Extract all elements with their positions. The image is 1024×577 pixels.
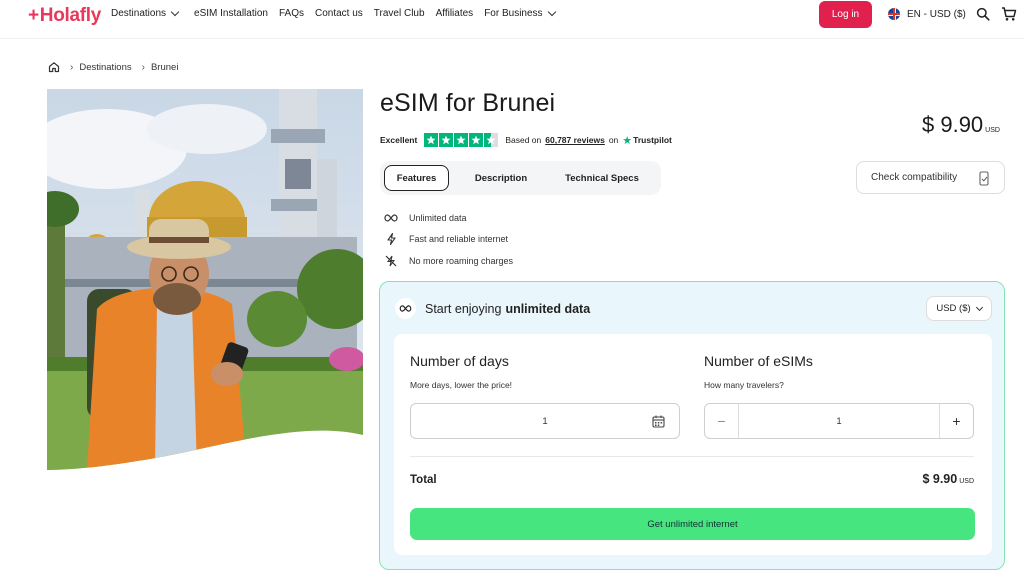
breadcrumb: › Destinations › Brunei <box>48 61 178 73</box>
feature-item: No more roaming charges <box>384 250 513 272</box>
plan-headline-prefix: Start enjoying <box>425 301 502 316</box>
chevron-down-icon <box>170 7 180 17</box>
star-icon <box>439 133 454 147</box>
half-star-icon <box>484 133 499 147</box>
top-navigation: + Holafly Destinations eSIM Installation… <box>0 0 1024 32</box>
feature-list: Unlimited data Fast and reliable interne… <box>384 207 513 272</box>
total-label: Total <box>410 474 437 486</box>
breadcrumb-separator: › <box>70 61 74 73</box>
days-label: Number of days <box>410 353 509 369</box>
check-compatibility-button[interactable]: Check compatibility <box>856 161 1005 194</box>
star-icon <box>469 133 484 147</box>
nav-faqs-label: FAQs <box>278 8 304 19</box>
plan-selector-card: Start enjoying unlimited data USD ($) Nu… <box>379 281 1005 570</box>
plan-headline-bold: unlimited data <box>505 301 591 316</box>
plan-form: Number of days More days, lower the pric… <box>394 334 992 555</box>
tab-features[interactable]: Features <box>384 165 449 191</box>
increment-button[interactable]: + <box>939 404 973 438</box>
logo-plus-icon: + <box>28 5 39 26</box>
chevron-down-icon <box>975 303 983 311</box>
total-currency: USD <box>959 478 974 485</box>
esims-stepper: − 1 + <box>704 403 974 439</box>
phone-check-icon <box>979 171 989 186</box>
tab-description[interactable]: Description <box>449 165 553 191</box>
trustpilot-logo[interactable]: ★ Trustpilot <box>622 134 672 147</box>
infinity-icon <box>384 214 398 222</box>
logo-text: Holafly <box>39 5 102 26</box>
breadcrumb-separator: › <box>141 61 145 73</box>
nav-for-business-label: For Business <box>484 8 543 19</box>
feature-item: Fast and reliable internet <box>384 229 513 251</box>
nav-destinations-label: Destinations <box>111 8 167 19</box>
reviews-prefix: Based on <box>505 135 542 145</box>
lightning-icon <box>384 233 398 246</box>
reviews-on: on <box>608 135 619 145</box>
breadcrumb-destinations[interactable]: Destinations <box>79 62 131 73</box>
nav-affiliates-label: Affiliates <box>435 8 474 19</box>
search-icon[interactable] <box>976 7 990 21</box>
nav-affiliates[interactable]: Affiliates <box>436 8 474 19</box>
product-title: eSIM for Brunei <box>380 89 556 117</box>
feature-label: Unlimited data <box>409 212 467 223</box>
breadcrumb-brunei: Brunei <box>150 61 179 73</box>
nav-for-business[interactable]: For Business <box>484 7 556 19</box>
chevron-down-icon <box>547 7 556 17</box>
star-icon <box>454 133 469 147</box>
product-tabs: Features Description Technical Specs <box>380 161 661 195</box>
price-value: $ 9.90 <box>922 112 984 137</box>
nav-contact-us-label: Contact us <box>314 8 363 19</box>
cart-icon[interactable] <box>1001 6 1017 22</box>
decrement-button[interactable]: − <box>705 404 739 438</box>
days-value: 1 <box>542 415 548 427</box>
nav-travel-club-label: Travel Club <box>373 8 425 19</box>
tab-technical-specs[interactable]: Technical Specs <box>553 165 651 191</box>
esims-value: 1 <box>836 415 842 427</box>
hero-illustration <box>47 89 363 470</box>
plan-headline: Start enjoying unlimited data <box>395 298 590 319</box>
nav-contact-us[interactable]: Contact us <box>315 8 363 19</box>
days-input[interactable]: 1 <box>410 403 680 439</box>
nav-destinations[interactable]: Destinations <box>111 7 180 19</box>
trustpilot-star-icon: ★ <box>622 134 633 147</box>
nav-links: Destinations eSIM Installation FAQs Cont… <box>111 7 566 19</box>
reviews-link[interactable]: 60,787 reviews <box>545 135 605 145</box>
get-unlimited-internet-button[interactable]: Get unlimited internet <box>410 508 975 540</box>
star-icon <box>424 133 439 147</box>
login-button[interactable]: Log in <box>819 1 872 28</box>
infinity-icon <box>395 298 416 319</box>
hero-image <box>47 89 363 470</box>
nav-esim-installation[interactable]: eSIM Installation <box>194 8 268 19</box>
home-icon[interactable] <box>48 61 60 73</box>
esims-label: Number of eSIMs <box>704 353 813 369</box>
feature-label: Fast and reliable internet <box>409 234 509 245</box>
currency-select-label: USD ($) <box>936 303 971 314</box>
header-divider <box>0 38 1024 39</box>
no-roaming-icon <box>384 255 398 267</box>
feature-item: Unlimited data <box>384 207 513 229</box>
esims-sublabel: How many travelers? <box>704 380 784 390</box>
nav-faqs[interactable]: FAQs <box>279 8 304 19</box>
check-compatibility-label: Check compatibility <box>871 172 958 183</box>
language-currency-selector[interactable]: EN - USD ($) <box>888 8 966 20</box>
feature-label: No more roaming charges <box>409 255 514 266</box>
rating-stars <box>424 133 499 147</box>
total-value: $ 9.90 <box>922 472 958 486</box>
uk-flag-icon <box>888 8 900 20</box>
rating-label: Excellent <box>380 135 418 145</box>
currency-select[interactable]: USD ($) <box>926 296 992 321</box>
nav-travel-club[interactable]: Travel Club <box>374 8 425 19</box>
total-price: $ 9.90 USD <box>922 472 974 486</box>
language-label: EN - USD ($) <box>907 8 966 20</box>
days-sublabel: More days, lower the price! <box>410 380 513 390</box>
trustpilot-label: Trustpilot <box>633 135 672 145</box>
price-currency: USD <box>985 127 1000 134</box>
product-price: $ 9.90 USD <box>922 112 1000 138</box>
trustpilot-rating: Excellent Based on 60,787 reviews on ★ T… <box>380 133 672 147</box>
nav-esim-installation-label: eSIM Installation <box>194 8 268 19</box>
divider <box>410 456 974 457</box>
calendar-icon[interactable] <box>652 415 665 428</box>
holafly-logo[interactable]: + Holafly <box>28 5 101 27</box>
